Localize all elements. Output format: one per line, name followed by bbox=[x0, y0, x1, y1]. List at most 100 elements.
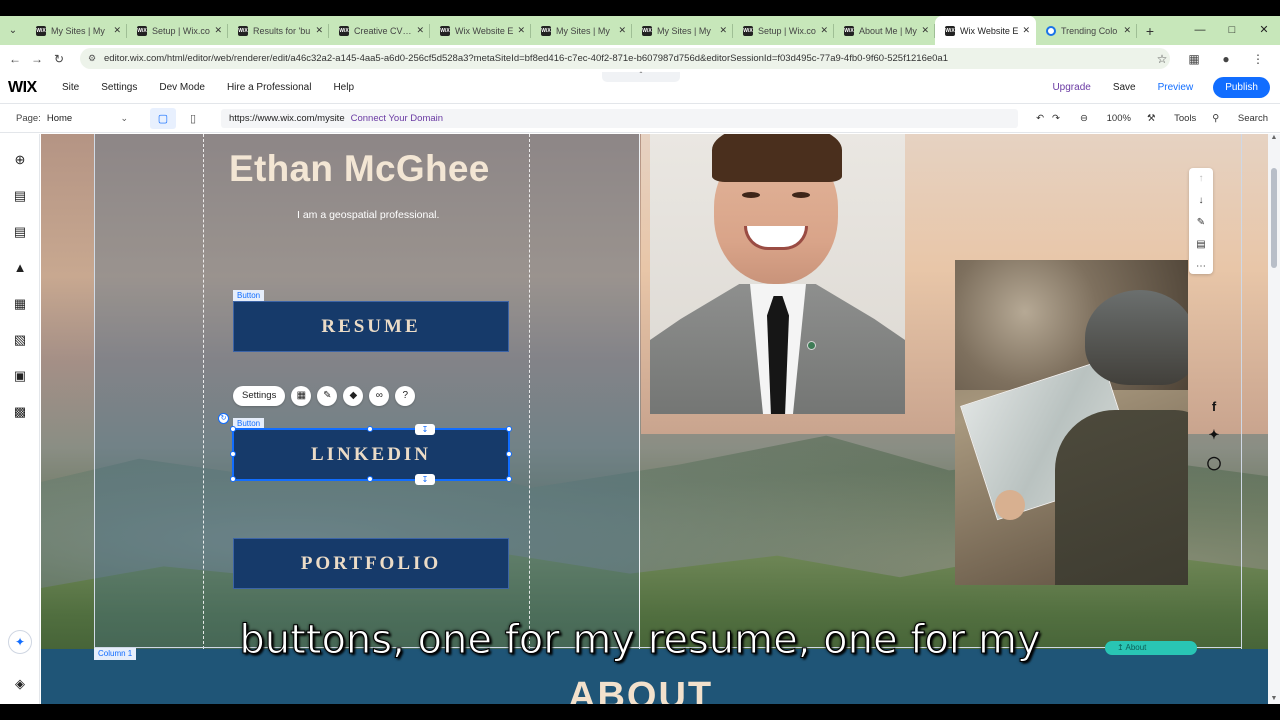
about-heading[interactable]: ABOUT bbox=[568, 675, 713, 704]
link-icon[interactable]: ∞ bbox=[369, 386, 390, 406]
maximize-icon[interactable]: □ bbox=[1216, 16, 1248, 45]
resize-handle[interactable] bbox=[230, 476, 236, 482]
move-up-icon[interactable]: ↑ bbox=[1189, 168, 1213, 190]
bookmark-star-icon[interactable]: ☆ bbox=[1146, 52, 1178, 66]
instagram-icon[interactable]: ◯ bbox=[1205, 454, 1223, 472]
site-tagline[interactable]: I am a geospatial professional. bbox=[297, 209, 439, 221]
scroll-down-icon[interactable]: ▼ bbox=[1268, 695, 1280, 702]
redo-icon[interactable]: ↷ bbox=[1052, 113, 1060, 124]
help-icon[interactable]: ? bbox=[395, 386, 416, 406]
tab-close-icon[interactable]: ✕ bbox=[1123, 25, 1131, 36]
tools-button[interactable]: ⚒ Tools bbox=[1147, 113, 1196, 124]
add-section-icon[interactable]: ▤ bbox=[10, 186, 30, 206]
stretch-top-icon[interactable]: ↧ bbox=[415, 424, 435, 435]
add-elements-icon[interactable]: ⊕ bbox=[10, 150, 30, 170]
tab-close-icon[interactable]: ✕ bbox=[719, 25, 727, 36]
cms-icon[interactable]: ▩ bbox=[10, 402, 30, 422]
reload-icon[interactable]: ↻ bbox=[48, 52, 70, 66]
site-name-heading[interactable]: Ethan McGhee bbox=[229, 148, 490, 190]
browser-tab[interactable]: WiX My Sites | My ✕ bbox=[26, 16, 127, 45]
minimize-icon[interactable]: — bbox=[1184, 16, 1216, 45]
tab-close-icon[interactable]: ✕ bbox=[820, 25, 828, 36]
save-button[interactable]: Save bbox=[1113, 82, 1136, 93]
menu-site[interactable]: Site bbox=[62, 82, 79, 93]
tab-close-icon[interactable]: ✕ bbox=[517, 25, 525, 36]
animation-icon[interactable]: ◆ bbox=[343, 386, 364, 406]
browser-tab[interactable]: Trending Colo ✕ bbox=[1036, 16, 1137, 45]
menu-dev-mode[interactable]: Dev Mode bbox=[159, 82, 205, 93]
layout-icon[interactable]: ▦ bbox=[291, 386, 312, 406]
pages-menu-icon[interactable]: ▤ bbox=[10, 222, 30, 242]
url-field[interactable]: ⚙ editor.wix.com/html/editor/web/rendere… bbox=[80, 48, 1170, 69]
menu-hire-professional[interactable]: Hire a Professional bbox=[227, 82, 311, 93]
browser-tab[interactable]: WiX Setup | Wix.co ✕ bbox=[733, 16, 834, 45]
upgrade-link[interactable]: Upgrade bbox=[1052, 82, 1090, 93]
browser-tab[interactable]: WiX Wix Website E ✕ bbox=[935, 16, 1036, 45]
resize-handle[interactable] bbox=[367, 426, 373, 432]
desktop-view-icon[interactable]: ▢ bbox=[150, 107, 176, 129]
menu-settings[interactable]: Settings bbox=[101, 82, 137, 93]
browser-tab[interactable]: WiX Results for 'bu ✕ bbox=[228, 16, 329, 45]
resize-handle[interactable] bbox=[506, 451, 512, 457]
scroll-thumb[interactable] bbox=[1271, 168, 1277, 268]
close-window-icon[interactable]: ✕ bbox=[1248, 16, 1280, 45]
tab-close-icon[interactable]: ✕ bbox=[416, 25, 424, 36]
publish-button[interactable]: Publish bbox=[1213, 77, 1270, 98]
browser-tab[interactable]: WiX Setup | Wix.co ✕ bbox=[127, 16, 228, 45]
more-actions-icon[interactable]: ⋯ bbox=[1189, 256, 1213, 278]
tab-close-icon[interactable]: ✕ bbox=[214, 25, 222, 36]
resize-handle[interactable] bbox=[506, 426, 512, 432]
layers-icon[interactable]: ◈ bbox=[10, 674, 30, 694]
hiker-map-photo[interactable] bbox=[955, 260, 1188, 585]
tab-close-icon[interactable]: ✕ bbox=[1022, 25, 1030, 36]
edit-pencil-icon[interactable]: ✎ bbox=[1189, 212, 1213, 234]
stretch-bottom-icon[interactable]: ↧ bbox=[415, 474, 435, 485]
menu-help[interactable]: Help bbox=[333, 82, 354, 93]
browser-tab[interactable]: WiX My Sites | My ✕ bbox=[531, 16, 632, 45]
wix-logo[interactable]: WIX bbox=[8, 79, 62, 97]
settings-button[interactable]: Settings bbox=[233, 386, 286, 406]
resize-handle[interactable] bbox=[230, 451, 236, 457]
undo-icon[interactable]: ↶ bbox=[1036, 113, 1044, 124]
portfolio-button[interactable]: PORTFOLIO bbox=[233, 538, 509, 589]
back-icon[interactable]: ← bbox=[4, 52, 26, 66]
profile-photo[interactable] bbox=[650, 134, 905, 414]
twitter-icon[interactable]: ✦ bbox=[1205, 426, 1223, 444]
tab-close-icon[interactable]: ✕ bbox=[315, 25, 323, 36]
preview-button[interactable]: Preview bbox=[1158, 82, 1194, 93]
search-button[interactable]: ⚲ Search bbox=[1212, 113, 1268, 124]
extensions-icon[interactable]: ▦ bbox=[1178, 52, 1210, 66]
profile-avatar-icon[interactable]: ● bbox=[1210, 52, 1242, 66]
section-layout-icon[interactable]: ▤ bbox=[1189, 234, 1213, 256]
media-icon[interactable]: ▣ bbox=[10, 366, 30, 386]
browser-menu-icon[interactable]: ⋮ bbox=[1242, 52, 1274, 66]
facebook-icon[interactable]: f bbox=[1205, 398, 1223, 416]
connect-domain-link[interactable]: Connect Your Domain bbox=[351, 113, 443, 124]
mobile-view-icon[interactable]: ▯ bbox=[180, 108, 206, 129]
tab-close-icon[interactable]: ✕ bbox=[618, 25, 626, 36]
add-apps-icon[interactable]: ▦ bbox=[10, 294, 30, 314]
move-down-icon[interactable]: ↓ bbox=[1189, 190, 1213, 212]
site-design-icon[interactable]: ▲ bbox=[10, 258, 30, 278]
tab-close-icon[interactable]: ✕ bbox=[113, 25, 121, 36]
browser-tab[interactable]: WiX Wix Website E ✕ bbox=[430, 16, 531, 45]
site-info-icon[interactable]: ⚙ bbox=[88, 53, 96, 64]
page-selector[interactable]: Page: Home ⌄ bbox=[16, 113, 134, 124]
tab-close-icon[interactable]: ✕ bbox=[921, 25, 929, 36]
resize-handle[interactable] bbox=[506, 476, 512, 482]
resume-button[interactable]: RESUME bbox=[233, 301, 509, 352]
tab-search-icon[interactable]: ⌄ bbox=[0, 16, 26, 45]
browser-tab[interactable]: WiX About Me | My ✕ bbox=[834, 16, 935, 45]
design-brush-icon[interactable]: ✎ bbox=[317, 386, 338, 406]
resize-handle[interactable] bbox=[367, 476, 373, 482]
collapse-topbar-handle[interactable]: ˆ bbox=[602, 72, 680, 82]
linkedin-button[interactable]: LINKEDIN bbox=[232, 428, 510, 481]
scroll-up-icon[interactable]: ▲ bbox=[1268, 134, 1280, 141]
resize-handle[interactable] bbox=[230, 426, 236, 432]
new-tab-button[interactable]: + bbox=[1137, 23, 1163, 39]
business-tools-icon[interactable]: ▧ bbox=[10, 330, 30, 350]
rotate-handle-icon[interactable]: ↻ bbox=[218, 413, 229, 424]
browser-tab[interactable]: WiX Creative CV W ✕ bbox=[329, 16, 430, 45]
zoom-control[interactable]: ⊖ 100% bbox=[1080, 113, 1131, 124]
browser-tab[interactable]: WiX My Sites | My ✕ bbox=[632, 16, 733, 45]
